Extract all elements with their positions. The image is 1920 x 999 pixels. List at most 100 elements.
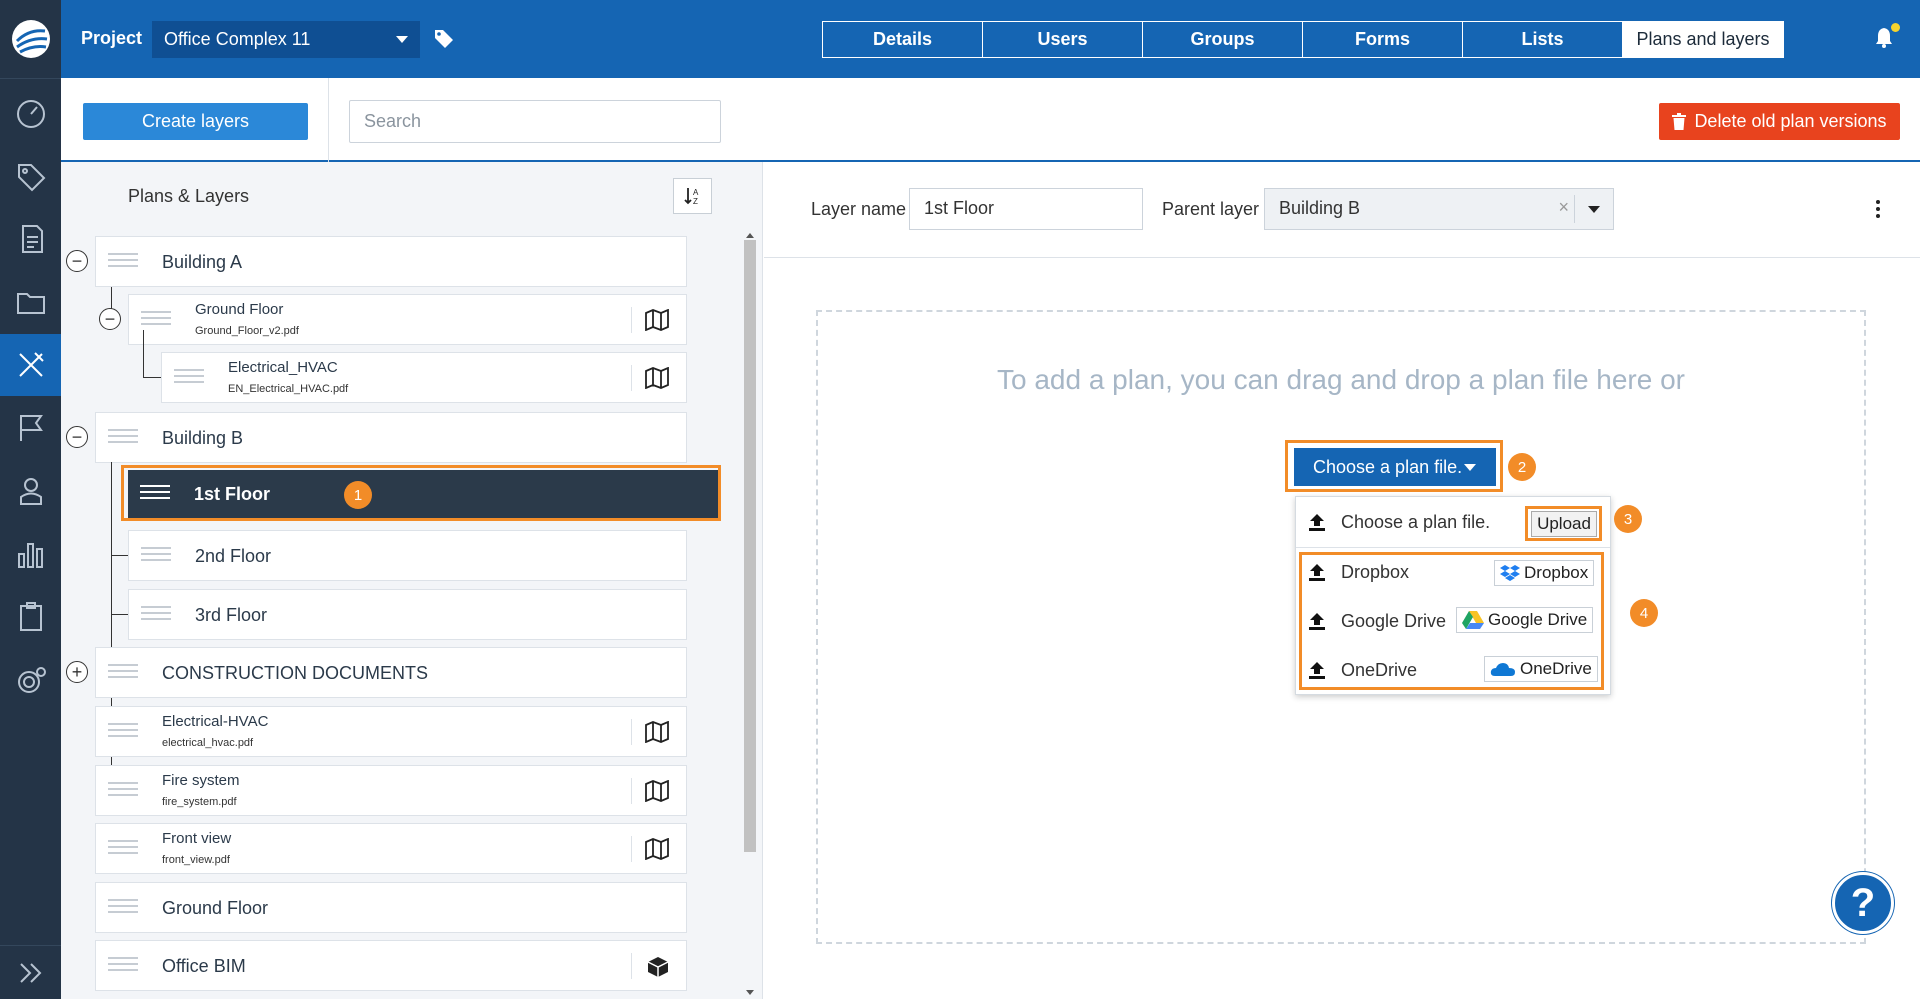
tree-row-3rd-floor[interactable]: 3rd Floor (128, 589, 687, 640)
drag-handle-icon[interactable] (108, 723, 138, 741)
chevron-down-icon (396, 36, 408, 43)
upload-source-menu: Choose a plan file. Upload Dropbox Dropb… (1295, 496, 1611, 695)
menu-item-local-file[interactable]: Choose a plan file. Upload (1296, 499, 1610, 545)
tab-groups[interactable]: Groups (1143, 22, 1303, 57)
row-name: Electrical_HVAC (228, 359, 338, 376)
layer-detail-panel: Layer name 1st Floor Parent layer Buildi… (764, 162, 1920, 999)
collapse-toggle-icon[interactable]: − (66, 250, 88, 272)
project-tabs: Details Users Groups Forms Lists Plans a… (822, 21, 1784, 58)
map-icon[interactable] (644, 779, 670, 807)
user-icon[interactable] (0, 460, 61, 522)
row-name: Front view (162, 830, 232, 847)
tree-row-electrical-hvac-doc[interactable]: Electrical-HVAC electrical_hvac.pdf (95, 706, 687, 757)
drag-handle-icon[interactable] (174, 369, 204, 387)
app-logo[interactable] (0, 0, 61, 78)
sort-button[interactable]: AZ (673, 178, 712, 214)
svg-text:A: A (693, 188, 699, 197)
chevron-down-icon[interactable] (1588, 206, 1600, 213)
panel-title: Plans & Layers (128, 186, 250, 206)
map-icon[interactable] (644, 308, 670, 336)
bim-cube-icon[interactable] (646, 955, 670, 984)
settings-icon[interactable] (0, 649, 61, 711)
tree-row-electrical-hvac[interactable]: Electrical_HVAC EN_Electrical_HVAC.pdf (161, 352, 687, 403)
callout-2: 2 (1508, 453, 1536, 481)
forms-icon[interactable] (0, 208, 61, 270)
row-name: Ground Floor (195, 301, 284, 318)
collapse-toggle-icon[interactable]: − (99, 308, 121, 330)
drag-handle-icon[interactable] (141, 311, 171, 329)
tree-row-office-bim[interactable]: Office BIM (95, 940, 687, 991)
upload-icon (1309, 514, 1325, 531)
trash-icon (1672, 113, 1687, 130)
help-button[interactable]: ? (1832, 872, 1894, 934)
tab-details[interactable]: Details (823, 22, 983, 57)
tag-nav-icon[interactable] (0, 146, 61, 208)
project-name: Office Complex 11 (164, 29, 311, 49)
delete-label: Delete old plan versions (1694, 111, 1887, 131)
map-icon[interactable] (644, 720, 670, 748)
expand-toggle-icon[interactable]: + (66, 661, 88, 683)
create-layers-button[interactable]: Create layers (83, 103, 308, 140)
drag-handle-icon[interactable] (108, 840, 138, 858)
search-input[interactable] (349, 100, 721, 143)
plan-drop-zone[interactable]: To add a plan, you can drag and drop a p… (816, 310, 1866, 944)
flag-icon[interactable] (0, 397, 61, 459)
layer-form: Layer name 1st Floor Parent layer Buildi… (764, 162, 1920, 258)
dashboard-icon[interactable] (0, 83, 61, 145)
tag-icon[interactable] (433, 28, 455, 55)
parent-layer-label: Parent layer (1162, 199, 1260, 219)
sort-icon: AZ (683, 188, 699, 206)
row-name: Office BIM (162, 956, 246, 976)
row-file: front_view.pdf (162, 854, 230, 866)
plans-layers-panel: Plans & Layers AZ Building A − Ground Fl… (61, 162, 763, 999)
drag-handle-icon[interactable] (141, 547, 171, 565)
layer-name-field[interactable]: 1st Floor (909, 188, 1143, 230)
clear-icon[interactable]: × (1558, 197, 1569, 218)
panel-scrollbar[interactable] (743, 232, 757, 999)
drop-hint: To add a plan, you can drag and drop a p… (996, 364, 1686, 395)
map-icon[interactable] (644, 837, 670, 865)
drag-handle-icon[interactable] (108, 957, 138, 975)
more-options-icon[interactable] (1876, 200, 1880, 221)
drag-handle-icon[interactable] (108, 899, 138, 917)
row-name: Building A (162, 252, 243, 272)
tab-lists[interactable]: Lists (1463, 22, 1623, 57)
tree-row-building-b[interactable]: Building B (95, 412, 687, 463)
drag-handle-icon[interactable] (108, 253, 138, 271)
row-name: 2nd Floor (195, 546, 272, 566)
tree-row-building-a[interactable]: Building A (95, 236, 687, 287)
tab-plans-and-layers[interactable]: Plans and layers (1623, 22, 1783, 57)
tree-row-front-view[interactable]: Front view front_view.pdf (95, 823, 687, 874)
drag-handle-icon[interactable] (108, 429, 138, 447)
notification-dot (1891, 23, 1900, 32)
tab-users[interactable]: Users (983, 22, 1143, 57)
tree-row-2nd-floor[interactable]: 2nd Floor (128, 530, 687, 581)
tree-row-fire-system[interactable]: Fire system fire_system.pdf (95, 765, 687, 816)
notification-bell-icon[interactable] (1874, 23, 1900, 53)
drag-handle-icon[interactable] (140, 485, 170, 503)
parent-layer-select[interactable]: Building B × (1264, 188, 1614, 230)
drag-handle-icon[interactable] (108, 664, 138, 682)
map-icon[interactable] (644, 366, 670, 394)
row-file: electrical_hvac.pdf (162, 737, 254, 749)
expand-sidebar-icon[interactable] (0, 946, 61, 999)
tree-row-construction-documents[interactable]: CONSTRUCTION DOCUMENTS (95, 647, 687, 698)
tree-row-ground-floor-root[interactable]: Ground Floor (95, 882, 687, 933)
tree-row-1st-floor[interactable]: 1st Floor (128, 470, 720, 520)
collapse-toggle-icon[interactable]: − (66, 426, 88, 448)
drag-handle-icon[interactable] (108, 782, 138, 800)
tree-row-ground-floor[interactable]: Ground Floor Ground_Floor_v2.pdf (128, 294, 687, 345)
layer-name-label: Layer name (811, 199, 907, 219)
folder-icon[interactable] (0, 271, 61, 333)
delete-old-plan-versions-button[interactable]: Delete old plan versions (1659, 103, 1900, 140)
tab-forms[interactable]: Forms (1303, 22, 1463, 57)
callout-3: 3 (1614, 505, 1642, 533)
layer-name-value: 1st Floor (924, 198, 995, 218)
drag-handle-icon[interactable] (141, 606, 171, 624)
svg-text:Z: Z (693, 197, 698, 206)
clipboard-icon[interactable] (0, 586, 61, 648)
app: Project Office Complex 11 Details Users … (0, 0, 1920, 999)
plans-icon[interactable] (0, 334, 61, 396)
reports-icon[interactable] (0, 523, 61, 585)
project-select[interactable]: Office Complex 11 (152, 21, 420, 58)
